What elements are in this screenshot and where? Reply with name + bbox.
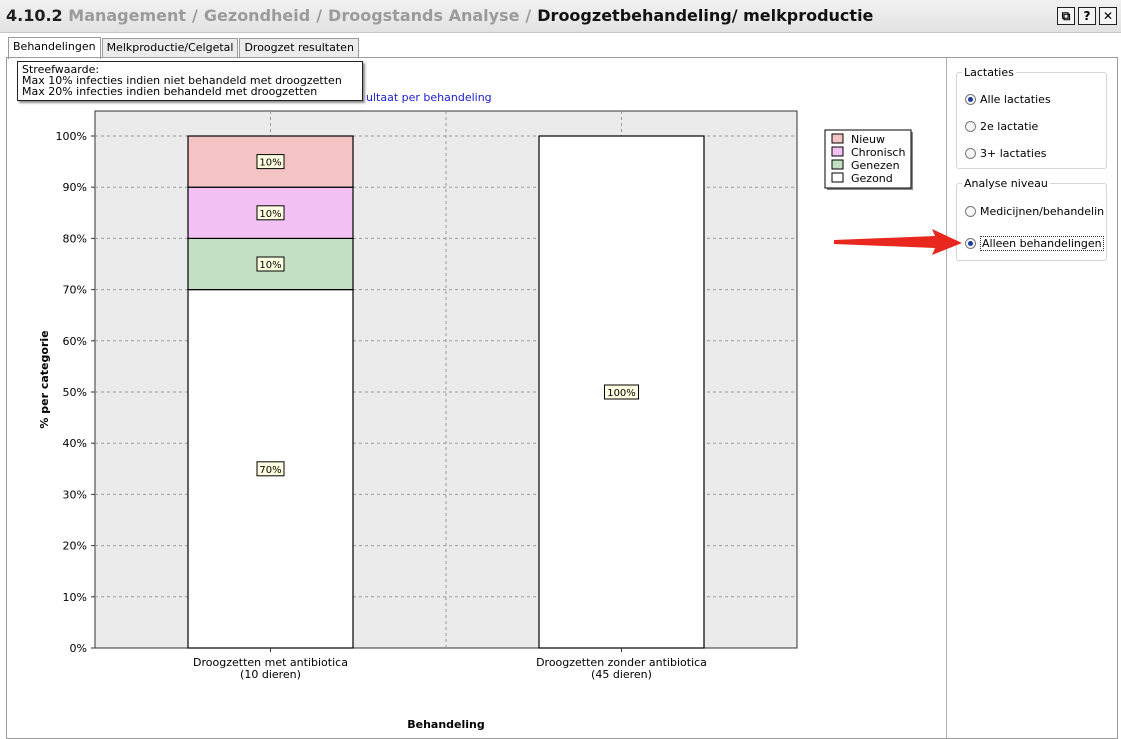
y-tick-label: 80% [63,232,87,245]
y-tick-label: 50% [63,386,87,399]
radio-label: 3+ lactaties [980,147,1047,160]
legend-swatch-genezen [831,159,844,170]
radio-checked-icon[interactable] [965,94,976,105]
data-label: 10% [259,158,281,169]
chart-title: ultaat per behandeling [366,91,492,104]
help-icon[interactable]: ? [1078,7,1096,25]
legend-label: Gezond [851,172,893,185]
radio-unchecked-icon[interactable] [965,148,976,159]
y-axis-title: % per categorie [38,330,51,428]
x-tick-label: (10 dieren) [240,668,301,681]
lactaties-group-title: Lactaties [962,66,1016,79]
data-label: 100% [607,388,636,399]
x-tick-label: (45 dieren) [591,668,652,681]
radio-alleen-behandelingen[interactable]: Alleen behandelingen [965,236,1104,251]
radio-label: 2e lactatie [980,120,1039,133]
tooltip-line: Max 20% infecties indien behandeld met d… [22,85,318,98]
radio-checked-icon[interactable] [965,238,976,249]
legend-label: Nieuw [851,133,885,146]
y-tick-label: 10% [63,591,87,604]
data-label: 70% [259,465,281,476]
target-value-tooltip: Streefwaarde: Max 10% infecties indien n… [17,61,363,101]
analyse-niveau-group-title: Analyse niveau [962,177,1050,190]
radio-label: Alle lactaties [980,93,1051,106]
data-label: 10% [259,209,281,220]
y-tick-label: 20% [63,540,87,553]
radio-medicijnen-behandelingen[interactable]: Medicijnen/behandelin [965,205,1105,218]
window-controls: ⧉ ? ✕ [1057,7,1117,25]
legend-label: Chronisch [851,146,905,159]
radio-label: Alleen behandelingen [980,236,1104,251]
y-tick-label: 70% [63,284,87,297]
radio-2e-lactatie[interactable]: 2e lactatie [965,120,1038,133]
radio-unchecked-icon[interactable] [965,121,976,132]
legend-swatch-gezond [831,172,844,183]
radio-label: Medicijnen/behandelin [980,205,1105,218]
close-icon[interactable]: ✕ [1099,7,1117,25]
restore-window-icon[interactable]: ⧉ [1057,7,1075,25]
y-tick-label: 100% [56,130,87,143]
data-label: 10% [259,260,281,271]
legend-swatch-chronisch [831,146,844,157]
y-tick-label: 30% [63,488,87,501]
y-tick-label: 60% [63,335,87,348]
y-tick-label: 40% [63,437,87,450]
radio-alle-lactaties[interactable]: Alle lactaties [965,93,1051,106]
radio-3plus-lactaties[interactable]: 3+ lactaties [965,147,1046,160]
x-axis-title: Behandeling [407,718,485,731]
legend-swatch-nieuw [831,133,844,144]
y-tick-label: 0% [70,642,87,655]
radio-unchecked-icon[interactable] [965,206,976,217]
y-tick-label: 90% [63,181,87,194]
legend-label: Genezen [851,159,900,172]
sidebar-divider [946,58,947,738]
stacked-bar-chart: 0% 10% 20% 30% 40% 50% 60% 70% 80% 90% 100% 70% 10% 1… [38,110,913,731]
